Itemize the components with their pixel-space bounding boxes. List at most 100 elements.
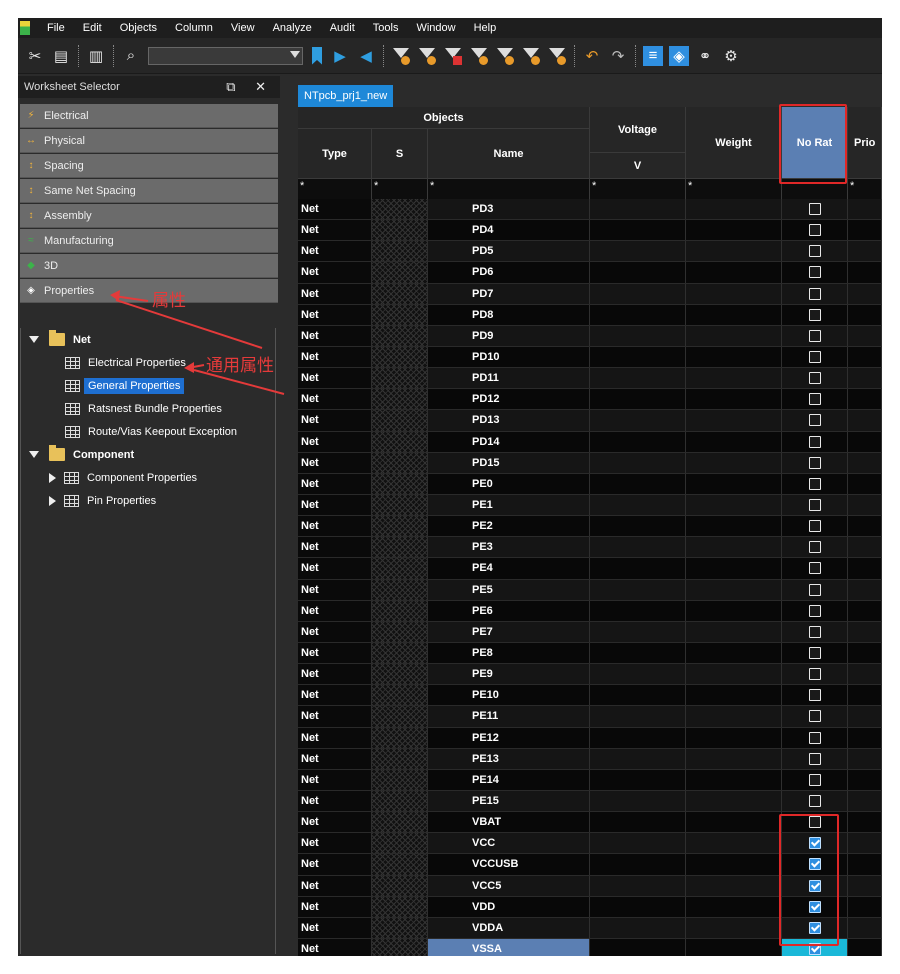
menu-view[interactable]: View bbox=[222, 18, 264, 38]
cell-priority[interactable] bbox=[848, 473, 882, 494]
no-rat-checkbox[interactable] bbox=[808, 795, 821, 807]
no-rat-checkbox[interactable] bbox=[808, 921, 821, 934]
cell-voltage[interactable] bbox=[590, 833, 686, 854]
cell-s[interactable] bbox=[372, 748, 428, 769]
cell-name[interactable]: PD13 bbox=[428, 410, 590, 431]
cell-s[interactable] bbox=[372, 199, 428, 220]
cell-type[interactable]: Net bbox=[298, 241, 372, 262]
category-manufacturing[interactable]: ≈ Manufacturing bbox=[20, 229, 278, 253]
cell-priority[interactable] bbox=[848, 262, 882, 283]
cell-weight[interactable] bbox=[686, 220, 782, 241]
cell-weight[interactable] bbox=[686, 431, 782, 452]
cell-name[interactable]: PE11 bbox=[428, 706, 590, 727]
header-voltage[interactable]: Voltage bbox=[590, 107, 686, 153]
cell-weight[interactable] bbox=[686, 241, 782, 262]
cell-voltage[interactable] bbox=[590, 494, 686, 516]
header-type[interactable]: Type bbox=[298, 129, 372, 179]
cell-voltage[interactable] bbox=[590, 473, 686, 494]
no-rat-checkbox[interactable] bbox=[808, 266, 821, 279]
cell-priority[interactable] bbox=[848, 727, 882, 748]
cell-weight[interactable] bbox=[686, 579, 782, 600]
no-rat-checkbox[interactable] bbox=[808, 329, 821, 342]
cell-s[interactable] bbox=[372, 368, 428, 389]
header-priority[interactable]: Prio bbox=[848, 107, 882, 179]
cell-name[interactable]: PE2 bbox=[428, 516, 590, 537]
filter-icon[interactable] bbox=[418, 47, 436, 65]
no-rat-checkbox[interactable] bbox=[808, 541, 821, 554]
find-icon[interactable]: ⌕ bbox=[121, 46, 141, 66]
menu-analyze[interactable]: Analyze bbox=[264, 18, 321, 38]
cell-weight[interactable] bbox=[686, 685, 782, 706]
copy-icon[interactable]: ▤ bbox=[51, 46, 71, 66]
cell-type[interactable]: Net bbox=[298, 473, 372, 494]
table-row[interactable]: Net PE14 bbox=[298, 769, 882, 791]
table-row[interactable]: Net PD6 bbox=[298, 262, 882, 284]
table-row[interactable]: Net PE6 bbox=[298, 600, 882, 622]
cell-type[interactable]: Net bbox=[298, 664, 372, 685]
cell-weight[interactable] bbox=[686, 452, 782, 473]
cell-priority[interactable] bbox=[848, 368, 882, 389]
filter-priority[interactable]: * bbox=[848, 179, 882, 199]
filter-type[interactable]: * bbox=[298, 179, 372, 199]
filter-no-rat[interactable] bbox=[782, 179, 848, 199]
cell-priority[interactable] bbox=[848, 304, 882, 325]
panel-controls[interactable]: ⧉ ✕ bbox=[226, 79, 274, 95]
menu-help[interactable]: Help bbox=[465, 18, 506, 38]
cell-s[interactable] bbox=[372, 664, 428, 685]
cell-priority[interactable] bbox=[848, 220, 882, 241]
cell-s[interactable] bbox=[372, 283, 428, 304]
no-rat-checkbox[interactable] bbox=[808, 477, 821, 490]
no-rat-checkbox[interactable] bbox=[808, 879, 821, 892]
cell-s[interactable] bbox=[372, 600, 428, 621]
table-row[interactable]: Net PE12 bbox=[298, 727, 882, 749]
cell-type[interactable]: Net bbox=[298, 727, 372, 748]
no-rat-checkbox[interactable] bbox=[808, 942, 821, 955]
cell-voltage[interactable] bbox=[590, 452, 686, 473]
cell-name[interactable]: VCC5 bbox=[428, 875, 590, 896]
cell-voltage[interactable] bbox=[590, 199, 686, 220]
cell-priority[interactable] bbox=[848, 199, 882, 220]
cell-voltage[interactable] bbox=[590, 748, 686, 769]
cell-voltage[interactable] bbox=[590, 875, 686, 896]
cell-s[interactable] bbox=[372, 304, 428, 325]
cell-priority[interactable] bbox=[848, 685, 882, 706]
expand-right-icon[interactable] bbox=[49, 472, 56, 483]
cell-name[interactable]: PE6 bbox=[428, 600, 590, 621]
cell-voltage[interactable] bbox=[590, 790, 686, 812]
table-row[interactable]: Net PE4 bbox=[298, 558, 882, 580]
cell-weight[interactable] bbox=[686, 875, 782, 896]
table-row[interactable]: Net PD11 bbox=[298, 368, 882, 390]
table-row[interactable]: Net PE11 bbox=[298, 706, 882, 728]
cell-name[interactable]: PD14 bbox=[428, 431, 590, 452]
cell-voltage[interactable] bbox=[590, 410, 686, 431]
cell-weight[interactable] bbox=[686, 812, 782, 833]
filter-icon[interactable] bbox=[548, 47, 566, 65]
cell-type[interactable]: Net bbox=[298, 621, 372, 642]
cell-type[interactable]: Net bbox=[298, 368, 372, 389]
menu-column[interactable]: Column bbox=[166, 18, 222, 38]
no-rat-checkbox[interactable] bbox=[808, 203, 821, 216]
tab-ntpcb-prj1-new[interactable]: NTpcb_prj1_new bbox=[298, 85, 394, 107]
cell-weight[interactable] bbox=[686, 748, 782, 769]
cell-voltage[interactable] bbox=[590, 516, 686, 537]
cell-name[interactable]: PD5 bbox=[428, 241, 590, 262]
cell-voltage[interactable] bbox=[590, 621, 686, 642]
cell-weight[interactable] bbox=[686, 346, 782, 368]
cell-s[interactable] bbox=[372, 262, 428, 283]
no-rat-checkbox[interactable] bbox=[808, 372, 821, 385]
header-s[interactable]: S bbox=[372, 129, 428, 179]
no-rat-checkbox[interactable] bbox=[808, 414, 821, 427]
cell-name[interactable]: PE13 bbox=[428, 748, 590, 769]
cell-type[interactable]: Net bbox=[298, 410, 372, 431]
cut-icon[interactable]: ✂ bbox=[25, 46, 45, 66]
cell-name[interactable]: PE15 bbox=[428, 790, 590, 812]
cell-type[interactable]: Net bbox=[298, 685, 372, 706]
expand-right-icon[interactable] bbox=[49, 495, 56, 506]
cell-weight[interactable] bbox=[686, 769, 782, 790]
filter-icon[interactable] bbox=[470, 47, 488, 65]
cell-type[interactable]: Net bbox=[298, 452, 372, 473]
cell-type[interactable]: Net bbox=[298, 199, 372, 220]
cell-type[interactable]: Net bbox=[298, 325, 372, 346]
tree-node-general-properties[interactable]: General Properties bbox=[21, 374, 275, 397]
cell-name[interactable]: PE7 bbox=[428, 621, 590, 642]
